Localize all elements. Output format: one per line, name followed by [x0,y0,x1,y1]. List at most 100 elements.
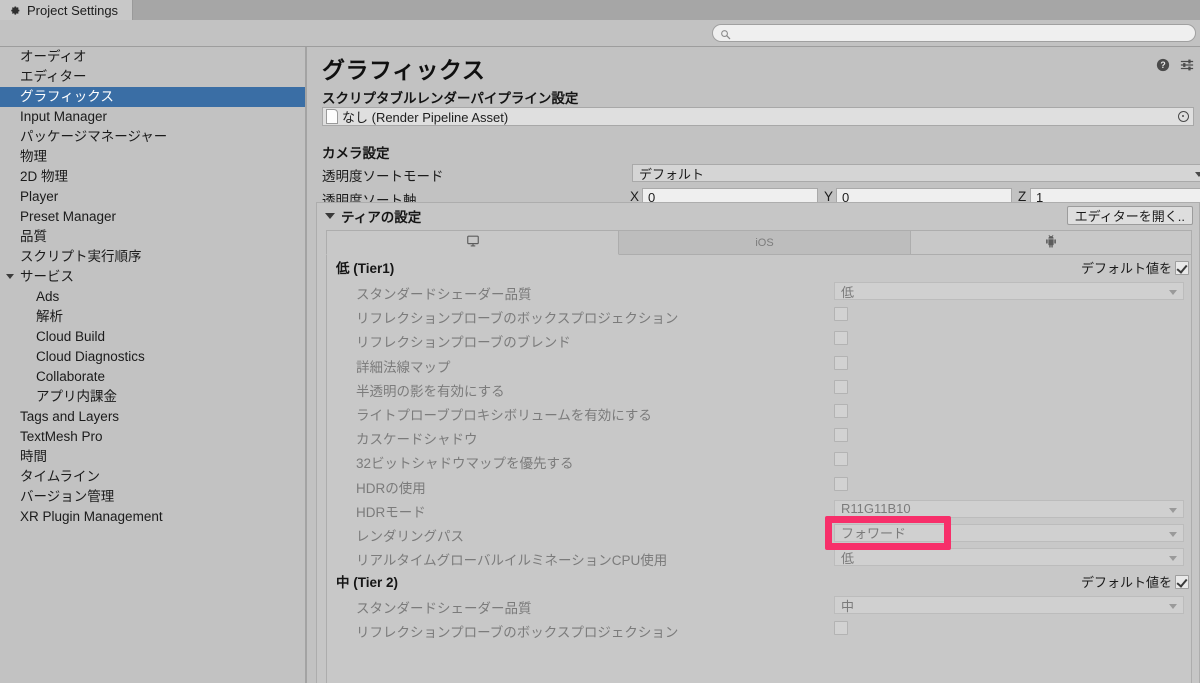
tier-property-row: スタンダードシェーダー品質 低 [327,279,1191,303]
sidebar-item-label: 物理 [20,149,47,164]
sidebar-item-3[interactable]: Input Manager [0,107,306,127]
tier-property-label: 32ビットシャドウマップを優先する [356,456,574,472]
search-input[interactable] [735,25,1179,41]
tier-property-row: レンダリングパス フォワード [327,521,1191,545]
tier-property-row: 詳細法線マップ [327,352,1191,376]
sidebar-item-6[interactable]: 2D 物理 [0,167,306,187]
platform-tab-label: iOS [755,236,774,249]
tier-property-label: リフレクションプローブのブレンド [356,335,571,351]
transparency-sort-mode-value: デフォルト [639,166,705,182]
sidebar-item-13[interactable]: 解析 [0,307,306,327]
help-icon[interactable]: ? [1156,58,1170,72]
use-defaults-checkbox[interactable] [1175,574,1189,589]
tier-property-checkbox[interactable] [834,307,848,322]
tier-property-dropdown[interactable]: 低 [834,282,1184,300]
sidebar-item-label: TextMesh Pro [20,429,103,444]
sidebar-item-0[interactable]: オーディオ [0,47,306,67]
platform-tab-bar[interactable]: iOS [326,230,1192,255]
tier-property-label: スタンダードシェーダー品質 [356,287,532,302]
tier-property-checkbox[interactable] [834,379,848,394]
sidebar-item-label: エディター [20,69,87,84]
sidebar-item-label: タイムライン [20,469,101,484]
tier-property-checkbox[interactable] [834,452,848,467]
sidebar-item-4[interactable]: パッケージマネージャー [0,127,306,147]
camera-section-heading: カメラ設定 [322,146,390,161]
platform-tab-android-robot[interactable] [911,230,1192,255]
sidebar-item-9[interactable]: 品質 [0,227,306,247]
platform-tab-ios[interactable]: iOS [619,230,911,255]
sidebar-item-14[interactable]: Cloud Build [0,327,306,347]
desktop-monitor-icon [466,234,480,251]
tier-property-label: HDRの使用 [356,480,426,496]
tab-label: Project Settings [27,2,119,18]
tier-property-dropdown[interactable]: R11G11B10 [834,499,1184,518]
chevron-down-icon [325,213,335,219]
settings-sidebar[interactable]: オーディオエディターグラフィックス Input Manager パッケージマネージャ… [0,47,307,683]
asset-document-icon [326,109,338,124]
tab-project-settings[interactable]: Project Settings [0,0,134,20]
tier-property-checkbox[interactable] [834,355,848,370]
tier-property-checkbox[interactable] [834,476,848,491]
chevron-down-icon [1169,604,1177,610]
search-box[interactable] [712,24,1196,42]
sidebar-item-2[interactable]: グラフィックス [0,87,306,107]
sidebar-item-8[interactable]: Preset Manager [0,207,306,227]
sidebar-item-label: Preset Manager [20,209,117,224]
tier-property-checkbox[interactable] [834,331,848,346]
sidebar-item-label: Ads [36,289,60,304]
tier-property-dropdown[interactable]: 低 [834,548,1184,567]
sidebar-item-17[interactable]: アプリ内課金 [0,387,306,407]
tier-property-checkbox[interactable] [834,403,848,418]
transparency-sort-mode-row: 透明度ソートモード デフォルト [322,163,1200,184]
sidebar-item-label: スクリプト実行順序 [20,249,142,264]
sidebar-item-19[interactable]: TextMesh Pro [0,427,306,447]
tier-property-checkbox[interactable] [834,428,848,443]
use-defaults-toggle-group[interactable]: デフォルト値を [1081,258,1189,277]
tier-property-checkbox[interactable] [834,621,848,636]
sidebar-item-10[interactable]: スクリプト実行順序 [0,247,306,267]
open-editor-button[interactable]: エディターを開く.. [1066,206,1193,225]
tier-property-row: カスケードシャドウ [327,424,1191,448]
sidebar-item-22[interactable]: バージョン管理 [0,487,306,507]
sidebar-item-7[interactable]: Player [0,187,306,207]
sidebar-item-label: Collaborate [36,369,106,384]
tier-property-label: リフレクションプローブのボックスプロジェクション [356,625,679,641]
use-defaults-toggle-group[interactable]: デフォルト値を [1081,572,1189,591]
tier-settings-header[interactable]: ティアの設定 エディターを開く.. [317,203,1199,229]
sidebar-item-23[interactable]: XR Plugin Management [0,507,306,527]
tier-property-dropdown[interactable]: 中 [834,596,1184,615]
tier-settings-heading: ティアの設定 [341,210,422,225]
tier-property-row: リフレクションプローブのブレンド [327,327,1191,351]
chevron-down-icon [1169,507,1177,513]
preset-settings-icon[interactable] [1180,58,1194,72]
sidebar-item-16[interactable]: Collaborate [0,367,306,387]
sidebar-item-12[interactable]: Ads [0,287,306,307]
use-defaults-checkbox[interactable] [1175,260,1189,275]
tier-property-row: 32ビットシャドウマップを優先する [327,448,1191,472]
panel-header-icons: ? [1156,58,1194,72]
sidebar-item-21[interactable]: タイムライン [0,467,306,487]
tier-property-value: 中 [841,598,855,614]
sidebar-item-5[interactable]: 物理 [0,147,306,167]
project-settings-window: Project Settings オーディオエディターグラフィックス Input … [0,0,1200,683]
render-pipeline-asset-field[interactable]: なし (Render Pipeline Asset) [322,107,1194,126]
tier-property-dropdown[interactable]: フォワード [834,523,1184,542]
platform-tab-desktop-monitor[interactable] [326,230,619,255]
chevron-down-icon [1169,290,1177,295]
transparency-sort-mode-dropdown[interactable]: デフォルト [632,164,1200,182]
sidebar-item-18[interactable]: Tags and Layers [0,407,306,427]
sidebar-item-1[interactable]: エディター [0,67,306,87]
sidebar-item-15[interactable]: Cloud Diagnostics [0,347,306,367]
use-defaults-label: デフォルト値を [1080,575,1172,591]
sidebar-item-11[interactable]: サービス [0,267,306,287]
sidebar-item-label: バージョン管理 [20,489,115,504]
tier-property-row: リフレクションプローブのボックスプロジェクション [327,303,1191,327]
chevron-down-icon[interactable] [6,274,14,279]
tier-property-label: スタンダードシェーダー品質 [356,601,532,617]
sidebar-item-label: Cloud Build [36,329,106,344]
sidebar-item-20[interactable]: 時間 [0,447,306,467]
object-picker-icon[interactable] [1178,111,1189,122]
tier-property-row: リフレクションプローブのボックスプロジェクション [327,617,1191,641]
chevron-down-icon [1169,556,1177,562]
sidebar-item-label: Tags and Layers [20,409,120,424]
